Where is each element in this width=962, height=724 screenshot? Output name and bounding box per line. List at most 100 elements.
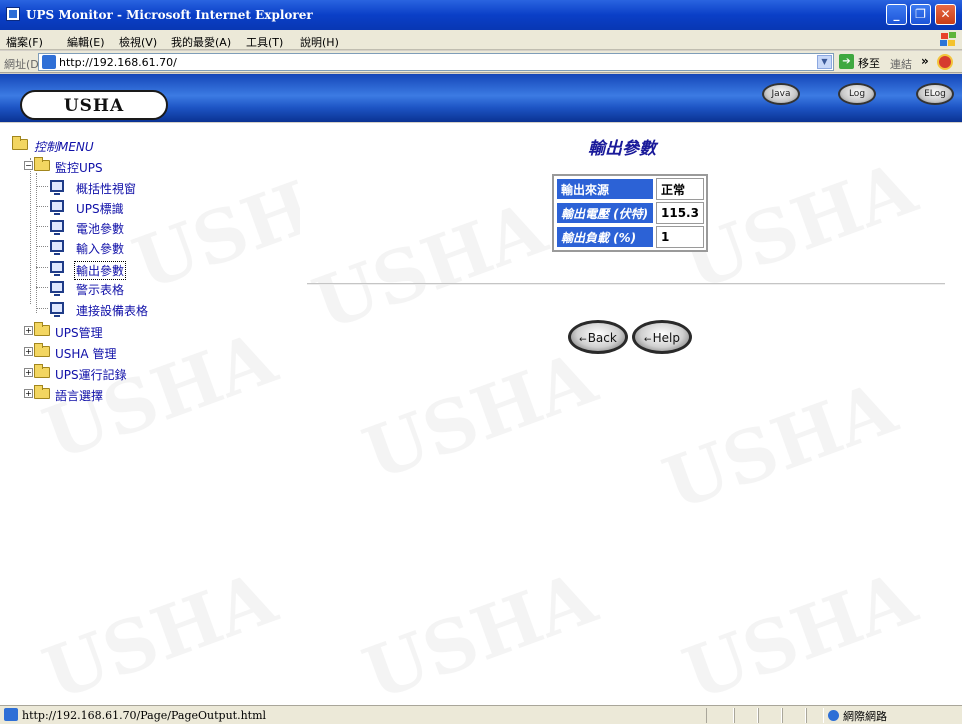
open-folder-icon [34, 157, 50, 171]
page-icon [42, 55, 56, 69]
security-zone: 網際網路 [828, 708, 887, 724]
param-key: 輸出電壓 (伏特) [556, 202, 654, 224]
tree-group-label: 監控UPS [55, 161, 103, 175]
minimize-button[interactable]: _ [886, 4, 907, 25]
status-panel [758, 708, 782, 723]
tree-connector [36, 186, 48, 187]
expand-icon[interactable]: + [24, 347, 33, 356]
param-value: 正常 [656, 178, 704, 200]
menu-tools[interactable]: 工具(T) [246, 34, 283, 50]
tree-group-label: UPS管理 [55, 326, 103, 340]
menu-bar: 檔案(F) 編輯(E) 檢視(V) 我的最愛(A) 工具(T) 說明(H) [0, 30, 962, 50]
address-input[interactable]: http://192.168.61.70/ ▼ [38, 53, 834, 71]
windows-logo-icon [940, 32, 958, 48]
go-arrow-icon: ➔ [839, 54, 854, 69]
page-icon [4, 708, 18, 721]
globe-icon [828, 710, 839, 721]
tree-item-label: 輸入參數 [76, 242, 125, 256]
maximize-button[interactable]: ❐ [910, 4, 931, 25]
expand-icon[interactable]: + [24, 389, 33, 398]
table-row: 輸出電壓 (伏特) 115.3 [556, 202, 704, 224]
watermark: USHA [673, 555, 926, 717]
status-panel [706, 708, 734, 723]
watermark: USHA [653, 365, 906, 527]
elog-button[interactable]: ELog [916, 83, 954, 105]
back-button-label: Back [571, 331, 625, 345]
watermark: USHA [353, 555, 606, 717]
monitor-icon [50, 261, 64, 276]
title-bar: UPS Monitor - Microsoft Internet Explore… [0, 0, 962, 30]
tree-group-label: 語言選擇 [55, 389, 104, 403]
tree-item-label: 輸出參數 [74, 261, 127, 280]
tree-connector [30, 158, 31, 304]
status-panel [806, 708, 824, 723]
links-label[interactable]: 連結 [890, 56, 912, 72]
tree-connector [36, 173, 37, 313]
ie-icon [6, 7, 20, 21]
window-title: UPS Monitor - Microsoft Internet Explore… [26, 8, 313, 22]
toolbar-extension-icon[interactable] [937, 54, 953, 70]
param-value: 1 [656, 226, 704, 248]
output-parameters-table: 輸出來源 正常 輸出電壓 (伏特) 115.3 輸出負載 (%) 1 [552, 174, 708, 252]
menu-favorites[interactable]: 我的最愛(A) [171, 34, 231, 50]
expand-icon[interactable]: + [24, 326, 33, 335]
folder-icon [34, 385, 50, 399]
monitor-icon [50, 240, 64, 255]
go-button[interactable]: ➔ 移至 [839, 54, 885, 70]
monitor-icon [50, 302, 64, 317]
tree-group-label: USHA 管理 [55, 347, 117, 361]
param-key: 輸出負載 (%) [556, 226, 654, 248]
folder-icon [34, 364, 50, 378]
status-bar: http://192.168.61.70/Page/PageOutput.htm… [0, 705, 962, 724]
header-banner: USHA Java Log ELog [0, 74, 962, 122]
table-row: 輸出負載 (%) 1 [556, 226, 704, 248]
tree-connector [36, 246, 48, 247]
watermark: USHA [33, 555, 286, 717]
close-button[interactable]: ✕ [935, 4, 956, 25]
param-key: 輸出來源 [556, 178, 654, 200]
content-area: USHA USHA USHA USHA USHA USHA 輸出參數 輸出來源 … [300, 123, 962, 716]
table-row: 輸出來源 正常 [556, 178, 704, 200]
help-button[interactable]: Help [632, 320, 692, 354]
menu-view[interactable]: 檢視(V) [119, 34, 157, 50]
monitor-icon [50, 200, 64, 215]
back-button[interactable]: Back [568, 320, 628, 354]
menu-file[interactable]: 檔案(F) [6, 34, 43, 50]
watermark: USHA [303, 185, 556, 347]
menu-edit[interactable]: 編輯(E) [67, 34, 105, 50]
monitor-icon [50, 281, 64, 296]
log-button[interactable]: Log [838, 83, 876, 105]
folder-icon [34, 322, 50, 336]
tree-connector [36, 226, 48, 227]
param-value: 115.3 [656, 202, 704, 224]
navigation-tree: USHA USHA USHA 控制MENU − 監控UPS 概括性視窗 UPS標… [0, 123, 376, 716]
page-title: 輸出參數 [588, 139, 656, 159]
go-label: 移至 [858, 57, 880, 70]
status-panel [782, 708, 806, 723]
tree-connector [36, 267, 48, 268]
address-bar: 網址(D) http://192.168.61.70/ ▼ ➔ 移至 連結 » [0, 51, 962, 73]
status-url: http://192.168.61.70/Page/PageOutput.htm… [22, 709, 267, 722]
monitor-icon [50, 180, 64, 195]
logo-text: USHA [63, 96, 125, 116]
java-button[interactable]: Java [762, 83, 800, 105]
links-chevron-icon[interactable]: » [921, 54, 929, 68]
address-dropdown-icon[interactable]: ▼ [817, 55, 832, 69]
tree-group-label: UPS運行記錄 [55, 368, 127, 382]
tree-connector [36, 287, 48, 288]
folder-icon [34, 343, 50, 357]
tree-item-label: UPS標識 [76, 202, 124, 216]
menu-help[interactable]: 說明(H) [300, 34, 339, 50]
status-panel [734, 708, 758, 723]
tree-item-label: 概括性視窗 [76, 182, 137, 196]
watermark: USHA [353, 335, 606, 497]
tree-root-label: 控制MENU [34, 140, 94, 154]
tree-item-label: 電池參數 [76, 222, 125, 236]
collapse-icon[interactable]: − [24, 161, 33, 170]
open-folder-icon [12, 136, 28, 150]
expand-icon[interactable]: + [24, 368, 33, 377]
monitor-icon [50, 220, 64, 235]
tree-item-label: 連接設備表格 [76, 304, 149, 318]
usha-logo: USHA [20, 90, 168, 120]
address-url[interactable]: http://192.168.61.70/ [59, 56, 177, 69]
